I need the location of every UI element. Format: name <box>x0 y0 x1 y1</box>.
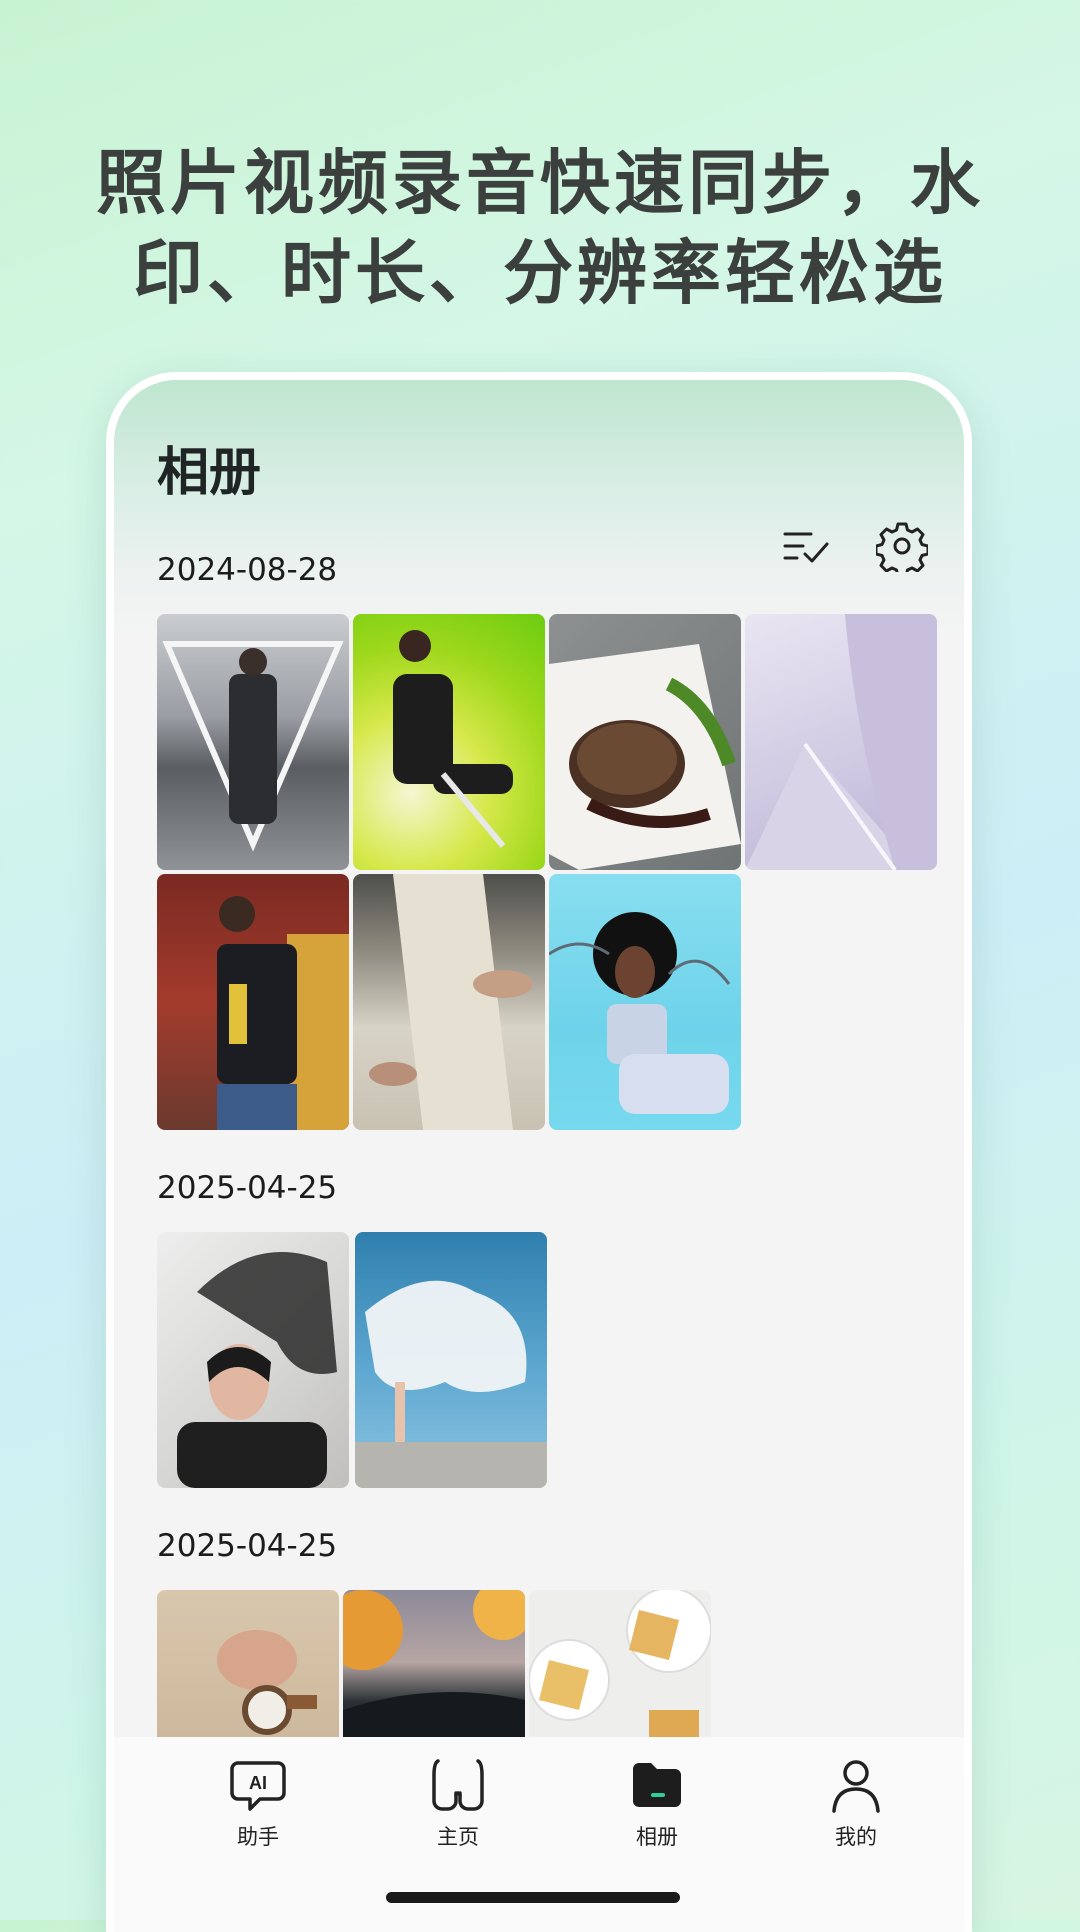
photo-image <box>745 614 937 870</box>
glasses-icon <box>432 1759 484 1811</box>
settings-button[interactable] <box>872 516 932 576</box>
section-date: 2024-08-28 <box>157 552 338 588</box>
gear-icon <box>876 522 928 572</box>
home-indicator[interactable] <box>386 1892 680 1903</box>
phone-frame: 相册 2024-08-28 2025-04-25 2025-04-25 AI 助… <box>106 372 972 1932</box>
ai-chat-icon: AI <box>230 1761 286 1811</box>
section-date: 2025-04-25 <box>157 1528 338 1564</box>
photo-image <box>343 1590 525 1750</box>
photo-image <box>355 1280 547 1488</box>
section-date: 2025-04-25 <box>157 1170 338 1206</box>
svg-text:AI: AI <box>249 1773 267 1793</box>
photo-thumbnail[interactable] <box>549 614 741 870</box>
photo-image <box>549 644 741 870</box>
photo-thumbnail[interactable] <box>745 614 937 870</box>
tab-label: 主页 <box>437 1825 479 1849</box>
photo-image <box>369 874 533 1130</box>
photo-image <box>549 912 731 1114</box>
tab-home[interactable]: 主页 <box>378 1737 538 1857</box>
photo-thumbnail[interactable] <box>157 1590 339 1750</box>
photo-thumbnail[interactable] <box>355 1232 547 1488</box>
tab-profile[interactable]: 我的 <box>776 1737 936 1857</box>
select-button[interactable] <box>776 518 836 578</box>
folder-icon <box>633 1763 681 1807</box>
promo-headline-line1: 照片视频录音快速同步，水 <box>96 142 984 224</box>
tab-album[interactable]: 相册 <box>577 1737 737 1857</box>
photo-thumbnail[interactable] <box>157 874 349 1130</box>
album-screen: 相册 2024-08-28 2025-04-25 2025-04-25 AI 助… <box>114 380 964 1932</box>
photo-thumbnail[interactable] <box>353 614 545 870</box>
promo-headline: 照片视频录音快速同步，水 印、时长、分辨率轻松选 <box>0 138 1080 318</box>
photo-image <box>217 1630 317 1735</box>
photo-image <box>177 1252 337 1488</box>
photo-thumbnail[interactable] <box>353 874 545 1130</box>
photo-thumbnail[interactable] <box>157 1232 349 1488</box>
photo-image <box>217 896 349 1130</box>
photo-image <box>393 630 513 848</box>
photo-thumbnail[interactable] <box>549 874 741 1130</box>
person-icon <box>832 1760 880 1813</box>
tab-label: 我的 <box>835 1825 877 1849</box>
photo-thumbnail[interactable] <box>343 1590 525 1750</box>
tab-assistant[interactable]: AI 助手 <box>178 1737 338 1857</box>
promo-headline-line2: 印、时长、分辨率轻松选 <box>133 232 947 314</box>
photo-thumbnail[interactable] <box>157 614 349 870</box>
tab-label: 助手 <box>237 1825 279 1849</box>
tab-label: 相册 <box>636 1825 678 1849</box>
photo-thumbnail[interactable] <box>529 1590 711 1750</box>
photo-image <box>529 1590 711 1750</box>
checklist-icon <box>783 532 829 563</box>
photo-image <box>162 641 344 852</box>
page-title: 相册 <box>157 443 262 503</box>
